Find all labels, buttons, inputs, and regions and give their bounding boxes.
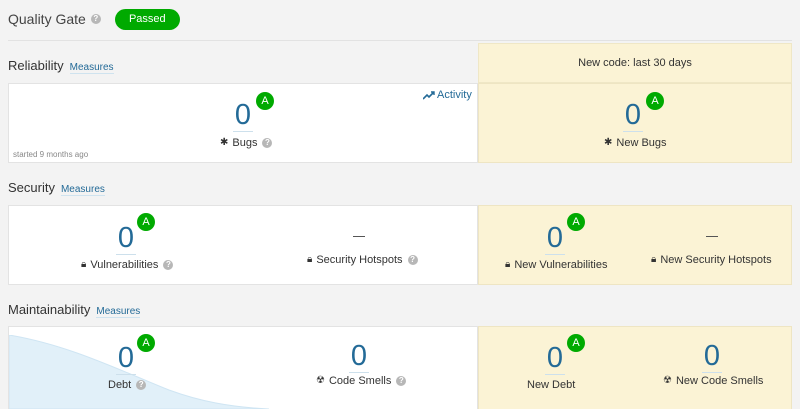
new-bugs-label-text: New Bugs	[616, 137, 667, 149]
quality-gate-title: Quality Gate	[8, 11, 86, 27]
vulnerabilities-rating[interactable]: A	[137, 213, 155, 231]
lock-icon: 🔒︎	[651, 254, 657, 265]
reliability-measures-link[interactable]: Measures	[69, 62, 114, 74]
lock-icon: 🔒︎	[505, 259, 511, 270]
new-debt-label-text: New Debt	[527, 379, 576, 391]
new-debt-rating[interactable]: A	[567, 334, 585, 352]
help-icon[interactable]: ?	[90, 14, 101, 24]
maintainability-new-code-panel	[478, 326, 792, 409]
new-hotspots-value[interactable]	[706, 236, 718, 237]
new-hotspots-label-text: New Security Hotspots	[660, 254, 772, 266]
lock-icon: 🔒︎	[307, 254, 313, 265]
security-measures-link[interactable]: Measures	[60, 184, 105, 196]
new-hotspots-label: 🔒︎ New Security Hotspots	[651, 254, 772, 266]
security-title: Security	[8, 180, 55, 195]
new-bugs-value[interactable]: 0	[622, 99, 644, 132]
new-bugs-label: ✱ New Bugs	[604, 137, 667, 149]
new-vulnerabilities-rating[interactable]: A	[567, 213, 585, 231]
vulnerabilities-label-text: Vulnerabilities	[90, 259, 159, 271]
bugs-label: ✱ Bugs ?	[220, 137, 273, 149]
security-section-title: Security Measures	[8, 180, 105, 196]
vulnerabilities-label: 🔒︎ Vulnerabilities ?	[81, 259, 174, 271]
code-smells-metric: 0	[341, 340, 377, 373]
hotspots-metric	[341, 226, 377, 240]
maintainability-section-title: Maintainability Measures	[8, 302, 141, 318]
reliability-section-title: Reliability Measures	[8, 58, 114, 74]
new-code-smells-label: ☢ New Code Smells	[663, 375, 763, 387]
bug-icon: ✱	[220, 137, 229, 148]
security-overall-panel	[8, 205, 478, 285]
bugs-label-text: Bugs	[232, 137, 258, 149]
maintainability-measures-link[interactable]: Measures	[96, 306, 141, 318]
activity-icon	[423, 90, 435, 100]
new-vulnerabilities-label-text: New Vulnerabilities	[514, 259, 608, 271]
code-smells-label-text: Code Smells	[328, 375, 392, 387]
bugs-rating[interactable]: A	[256, 92, 274, 110]
new-code-period-header: New code: last 30 days	[478, 43, 792, 83]
started-date: started 9 months ago	[13, 150, 89, 159]
code-smells-label: ☢ Code Smells ?	[316, 375, 407, 387]
lock-icon: 🔒︎	[81, 259, 87, 270]
debt-label: Debt ?	[108, 379, 147, 391]
help-icon[interactable]: ?	[407, 255, 418, 265]
debt-label-text: Debt	[108, 379, 132, 391]
help-icon[interactable]: ?	[262, 138, 273, 148]
new-code-smells-label-text: New Code Smells	[675, 375, 764, 387]
debt-rating[interactable]: A	[137, 334, 155, 352]
header-divider	[8, 40, 792, 41]
new-code-smells-value[interactable]: 0	[701, 340, 723, 373]
bugs-value[interactable]: 0	[232, 99, 254, 132]
new-vulnerabilities-value[interactable]: 0	[544, 222, 566, 255]
help-icon[interactable]: ?	[163, 260, 174, 270]
new-debt-label: New Debt	[527, 379, 575, 391]
code-smells-value[interactable]: 0	[348, 340, 370, 373]
new-debt-value[interactable]: 0	[544, 342, 566, 375]
code-smell-icon: ☢	[316, 375, 325, 386]
security-new-code-panel	[478, 205, 792, 285]
help-icon[interactable]: ?	[396, 376, 407, 386]
hotspots-value[interactable]	[353, 236, 365, 237]
new-bugs-rating[interactable]: A	[646, 92, 664, 110]
reliability-title: Reliability	[8, 58, 64, 73]
quality-gate-header: Quality Gate ? Passed	[8, 8, 180, 30]
code-smell-icon: ☢	[663, 375, 672, 386]
bug-icon: ✱	[604, 137, 613, 148]
new-hotspots-metric	[694, 226, 730, 240]
vulnerabilities-value[interactable]: 0	[115, 222, 137, 255]
activity-link[interactable]: Activity	[423, 89, 472, 101]
activity-label: Activity	[437, 89, 472, 101]
hotspots-label-text: Security Hotspots	[316, 254, 403, 266]
quality-gate-status-badge: Passed	[114, 8, 180, 30]
new-code-smells-metric: 0	[694, 340, 730, 373]
maintainability-title: Maintainability	[8, 302, 91, 317]
hotspots-label: 🔒︎ Security Hotspots ?	[307, 254, 418, 266]
new-vulnerabilities-label: 🔒︎ New Vulnerabilities	[505, 259, 607, 271]
help-icon[interactable]: ?	[136, 380, 147, 390]
debt-value[interactable]: 0	[115, 342, 137, 375]
